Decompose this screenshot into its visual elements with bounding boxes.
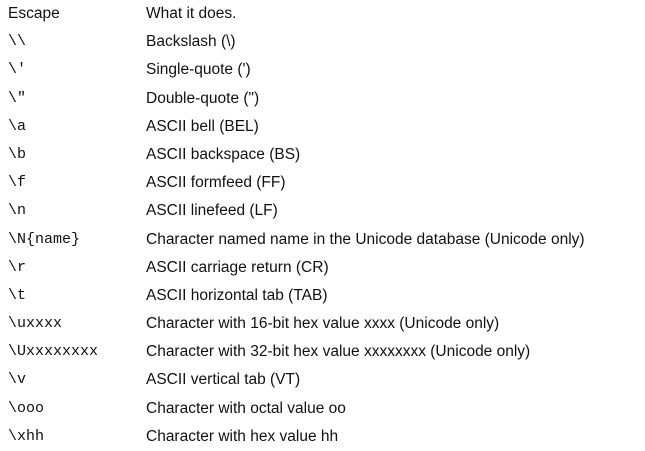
table-row: \ooo Character with octal value oo [8,395,638,423]
table-row: \uxxxx Character with 16-bit hex value x… [8,310,638,338]
escape-description: Character with hex value hh [146,427,339,445]
escape-code: \n [8,202,27,220]
escape-code: \v [8,371,27,389]
table-row: \" Double-quote (") [8,85,638,113]
escape-code: \Uxxxxxxxx [8,343,99,361]
escape-code: \t [8,286,27,304]
escape-description: Character named name in the Unicode data… [146,230,585,248]
escape-code: \f [8,174,27,192]
escape-description: ASCII horizontal tab (TAB) [146,286,328,304]
escape-description: Single-quote (') [146,61,251,79]
header-description: What it does. [146,5,237,22]
escape-description: Character with octal value oo [146,399,346,417]
escape-code: \r [8,258,27,276]
escape-code: \b [8,145,27,163]
table-row: \\ Backslash (\) [8,28,638,56]
table-row: \f ASCII formfeed (FF) [8,169,638,197]
table-row: \t ASCII horizontal tab (TAB) [8,282,638,310]
table-row: \v ASCII vertical tab (VT) [8,366,638,394]
table-row: \N{name} Character named name in the Uni… [8,226,638,254]
escape-description: ASCII bell (BEL) [146,117,259,135]
escape-description: ASCII carriage return (CR) [146,258,329,276]
table-header-row: Escape What it does. [8,0,638,28]
table-row: \n ASCII linefeed (LF) [8,197,638,225]
escape-sequence-table: Escape What it does. \\ Backslash (\) \'… [8,0,638,451]
escape-code: \uxxxx [8,315,63,333]
escape-description: Character with 32-bit hex value xxxxxxxx… [146,343,531,361]
table-row: \r ASCII carriage return (CR) [8,254,638,282]
escape-code: \\ [8,33,27,51]
table-row: \xhh Character with hex value hh [8,423,638,451]
escape-code: \a [8,117,27,135]
escape-description: Character with 16-bit hex value xxxx (Un… [146,315,500,333]
escape-code: \' [8,61,27,79]
escape-code: \" [8,89,27,107]
header-escape: Escape [8,5,60,22]
escape-description: ASCII linefeed (LF) [146,202,278,220]
escape-description: ASCII formfeed (FF) [146,174,286,192]
escape-description: ASCII vertical tab (VT) [146,371,301,389]
table-row: \Uxxxxxxxx Character with 32-bit hex val… [8,338,638,366]
table-row: \b ASCII backspace (BS) [8,141,638,169]
escape-code: \N{name} [8,230,81,248]
escape-description: Backslash (\) [146,33,236,51]
escape-code: \ooo [8,399,45,417]
escape-code: \xhh [8,427,45,445]
table-row: \a ASCII bell (BEL) [8,113,638,141]
escape-description: Double-quote (") [146,89,260,107]
table-row: \' Single-quote (') [8,56,638,84]
escape-description: ASCII backspace (BS) [146,145,301,163]
